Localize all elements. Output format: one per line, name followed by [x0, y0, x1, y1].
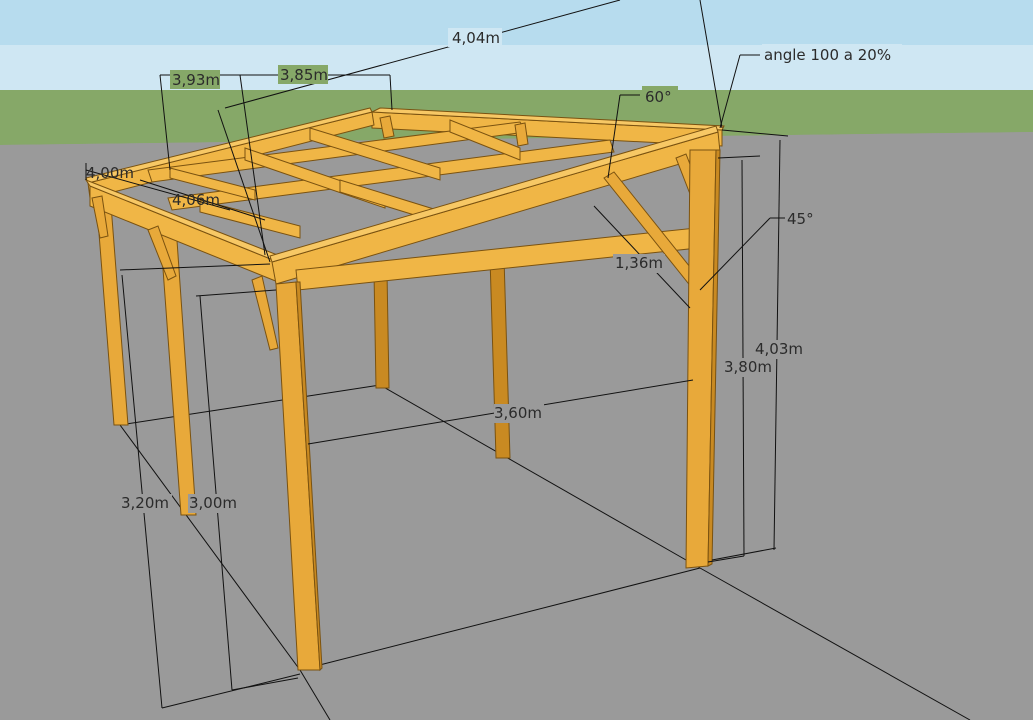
dim-brace: 1,36m — [615, 254, 663, 272]
dim-height-front-inner: 3,00m — [189, 494, 237, 512]
angle-60-label: 60° — [645, 88, 672, 106]
dim-height-back-inner: 3,80m — [724, 358, 772, 376]
dim-height-back-outer: 4,03m — [755, 340, 803, 358]
dim-total-length: 4,04m — [452, 29, 500, 47]
dim-depth-b: 4,06m — [172, 191, 220, 209]
dim-length-a: 3,93m — [172, 71, 220, 89]
dim-height-front-outer: 3,20m — [121, 494, 169, 512]
roof-angle-label: angle 100 a 20% — [764, 46, 891, 64]
dim-width: 3,60m — [494, 404, 542, 422]
angle-45-label: 45° — [787, 210, 814, 228]
dim-length-b: 3,85m — [280, 66, 328, 84]
sky-gradient — [0, 0, 1033, 45]
dim-depth-a: 4,00m — [86, 164, 134, 182]
carport-3d-model: 4,04m 3,93m 3,85m 4,00m 4,06m 3,60m 1,36… — [0, 0, 1033, 720]
